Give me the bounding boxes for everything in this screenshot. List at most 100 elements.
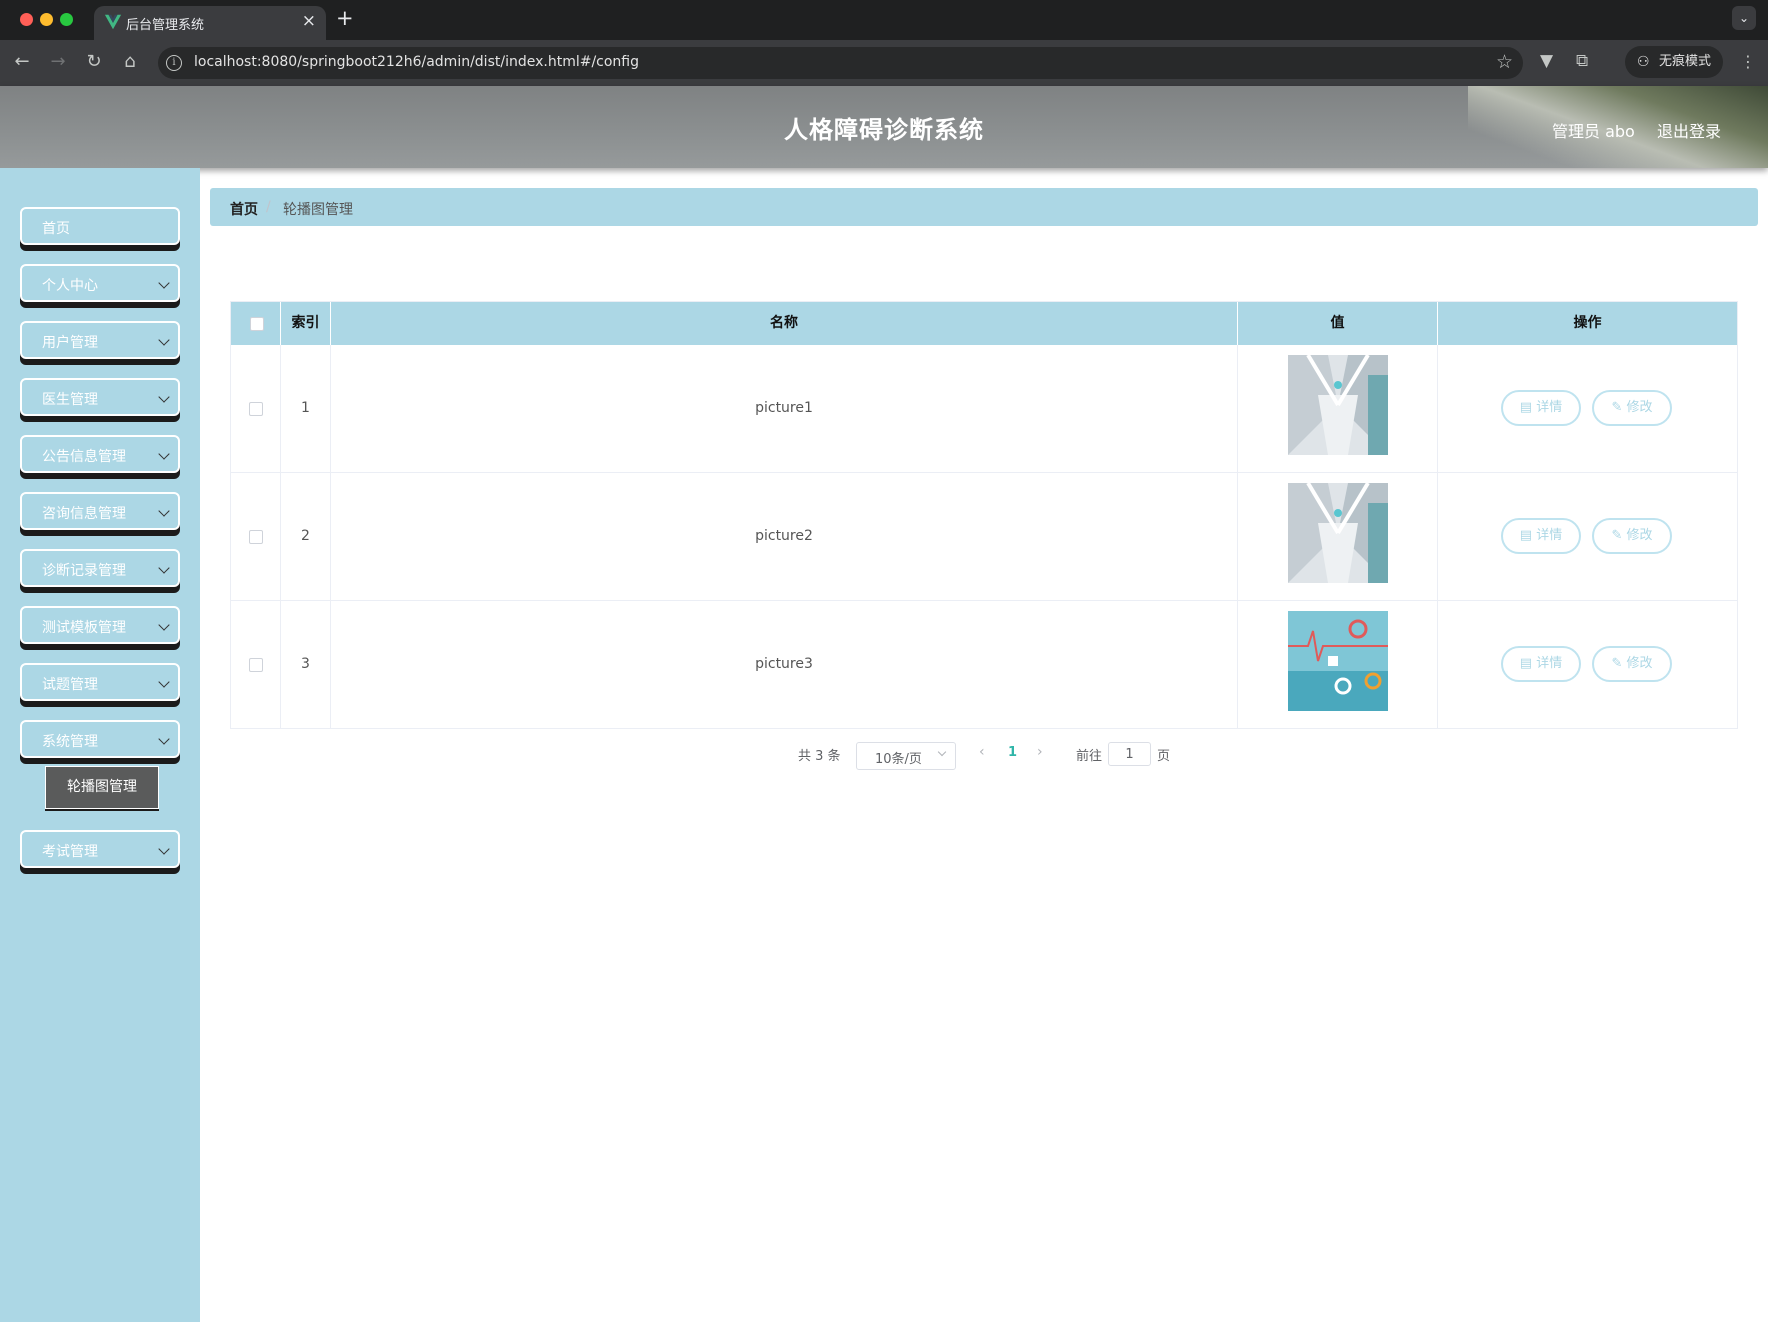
carousel-table: 索引 名称 值 操作 1 picture1 ▤ 详情 ✎ 修改 2 pictur… <box>230 301 1738 729</box>
reload-icon[interactable]: ↻ <box>82 51 106 72</box>
tab-close-icon[interactable]: × <box>302 11 316 31</box>
chevron-down-icon <box>158 562 170 574</box>
detail-button[interactable]: ▤ 详情 <box>1501 518 1581 554</box>
row-index: 1 <box>281 345 331 472</box>
row-value-cell <box>1238 345 1438 472</box>
back-icon[interactable]: ← <box>10 51 34 72</box>
medical-pattern-image[interactable] <box>1288 611 1388 711</box>
maximize-window-button[interactable] <box>60 13 73 26</box>
breadcrumb-home[interactable]: 首页 <box>230 199 258 219</box>
corridor-image[interactable] <box>1288 483 1388 583</box>
sidebar-item-label: 首页 <box>42 221 70 237</box>
column-header-name[interactable]: 名称 <box>331 302 1238 345</box>
page-size-select[interactable]: 10条/页 <box>856 742 956 770</box>
sidebar-item-doctor-management[interactable]: 医生管理 <box>20 378 180 416</box>
minimize-window-button[interactable] <box>40 13 53 26</box>
bookmark-star-icon[interactable]: ☆ <box>1496 51 1513 73</box>
sidebar-item-template-management[interactable]: 测试模板管理 <box>20 606 180 644</box>
column-header-actions: 操作 <box>1573 315 1602 331</box>
tab-search-icon[interactable]: ⌄ <box>1732 6 1756 30</box>
incognito-indicator[interactable]: ⚇ 无痕模式 <box>1625 46 1723 78</box>
column-header-index[interactable]: 索引 <box>281 302 331 345</box>
table-header: 索引 名称 值 操作 <box>231 302 1737 345</box>
sidebar-item-notice-management[interactable]: 公告信息管理 <box>20 435 180 473</box>
page-number-current[interactable]: 1 <box>1008 745 1017 760</box>
vue-logo-icon <box>104 14 122 30</box>
browser-tab-bar: 后台管理系统 × + ⌄ <box>0 0 1768 40</box>
row-value-cell <box>1238 473 1438 600</box>
row-select-cell <box>231 601 281 728</box>
row-select-cell <box>231 473 281 600</box>
page-unit-label: 页 <box>1157 749 1171 764</box>
current-user: 管理员 abo <box>1552 122 1635 141</box>
goto-page-input[interactable]: 1 <box>1108 742 1151 766</box>
sidebar-item-label: 诊断记录管理 <box>42 563 126 579</box>
corridor-image[interactable] <box>1288 355 1388 455</box>
row-name: picture3 <box>331 601 1238 728</box>
row-checkbox[interactable] <box>249 530 263 544</box>
sidebar-item-exam-management[interactable]: 考试管理 <box>20 830 180 868</box>
edit-button[interactable]: ✎ 修改 <box>1592 518 1672 554</box>
edit-button[interactable]: ✎ 修改 <box>1592 390 1672 426</box>
sidebar-item-label: 考试管理 <box>42 844 98 860</box>
chevron-down-icon <box>158 277 170 289</box>
sidebar-item-label: 医生管理 <box>42 392 98 408</box>
app-title: 人格障碍诊断系统 <box>784 116 984 144</box>
extensions-icon[interactable]: ⧉ <box>1576 51 1588 71</box>
submenu-item-carousel-management[interactable]: 轮播图管理 <box>45 766 159 809</box>
sidebar-item-diagnosis-management[interactable]: 诊断记录管理 <box>20 549 180 587</box>
page-size-value: 10条/页 <box>875 752 922 767</box>
address-bar[interactable]: i localhost:8080/springboot212h6/admin/d… <box>158 47 1523 79</box>
chevron-down-icon <box>158 334 170 346</box>
sidebar-item-question-management[interactable]: 试题管理 <box>20 663 180 701</box>
sidebar-item-home[interactable]: 首页 <box>20 207 180 245</box>
edit-button[interactable]: ✎ 修改 <box>1592 646 1672 682</box>
sidebar-item-consultation-management[interactable]: 咨询信息管理 <box>20 492 180 530</box>
detail-button-label: 详情 <box>1536 656 1563 671</box>
sidebar-item-personal-center[interactable]: 个人中心 <box>20 264 180 302</box>
prev-page-icon[interactable]: ‹ <box>979 744 985 760</box>
logout-button[interactable]: 退出登录 <box>1657 118 1721 142</box>
detail-button[interactable]: ▤ 详情 <box>1501 390 1581 426</box>
chevron-down-icon <box>937 747 947 757</box>
forward-icon[interactable]: → <box>46 51 70 72</box>
select-all-cell <box>231 302 281 345</box>
table-row: 2 picture2 ▤ 详情 ✎ 修改 <box>231 473 1737 601</box>
breadcrumb: 首页 / 轮播图管理 <box>210 188 1758 226</box>
browser-tab[interactable]: 后台管理系统 × <box>94 6 326 40</box>
vue-devtools-icon[interactable]: ▼ <box>1540 51 1553 71</box>
site-info-icon[interactable]: i <box>166 55 182 71</box>
table-row: 1 picture1 ▤ 详情 ✎ 修改 <box>231 345 1737 473</box>
new-tab-icon[interactable]: + <box>336 6 354 30</box>
edit-button-label: 修改 <box>1626 656 1653 671</box>
home-icon[interactable]: ⌂ <box>118 51 142 72</box>
row-name: picture2 <box>331 473 1238 600</box>
close-window-button[interactable] <box>20 13 33 26</box>
row-name: picture1 <box>331 345 1238 472</box>
row-checkbox[interactable] <box>249 658 263 672</box>
chevron-down-icon <box>158 619 170 631</box>
edit-button-label: 修改 <box>1626 400 1653 415</box>
browser-menu-icon[interactable]: ⋮ <box>1740 52 1756 71</box>
edit-button-label: 修改 <box>1626 528 1653 543</box>
tab-title: 后台管理系统 <box>126 18 205 33</box>
row-actions-cell: ▤ 详情 ✎ 修改 <box>1438 601 1737 728</box>
url-text[interactable]: localhost:8080/springboot212h6/admin/dis… <box>194 54 639 70</box>
submenu-item-label: 轮播图管理 <box>67 779 137 795</box>
chevron-down-icon <box>158 391 170 403</box>
detail-button[interactable]: ▤ 详情 <box>1501 646 1581 682</box>
row-checkbox[interactable] <box>249 402 263 416</box>
sidebar-item-label: 测试模板管理 <box>42 620 126 636</box>
sidebar-item-label: 用户管理 <box>42 335 98 351</box>
sidebar-item-label: 咨询信息管理 <box>42 506 126 522</box>
next-page-icon[interactable]: › <box>1037 744 1043 760</box>
sidebar-item-user-management[interactable]: 用户管理 <box>20 321 180 359</box>
select-all-checkbox[interactable] <box>250 317 264 331</box>
row-actions-cell: ▤ 详情 ✎ 修改 <box>1438 345 1737 472</box>
incognito-label: 无痕模式 <box>1659 54 1712 69</box>
column-header-value[interactable]: 值 <box>1238 302 1438 345</box>
chevron-down-icon <box>158 676 170 688</box>
sidebar-item-label: 个人中心 <box>42 278 98 294</box>
incognito-icon: ⚇ <box>1637 54 1650 70</box>
sidebar-item-label: 试题管理 <box>42 677 98 693</box>
